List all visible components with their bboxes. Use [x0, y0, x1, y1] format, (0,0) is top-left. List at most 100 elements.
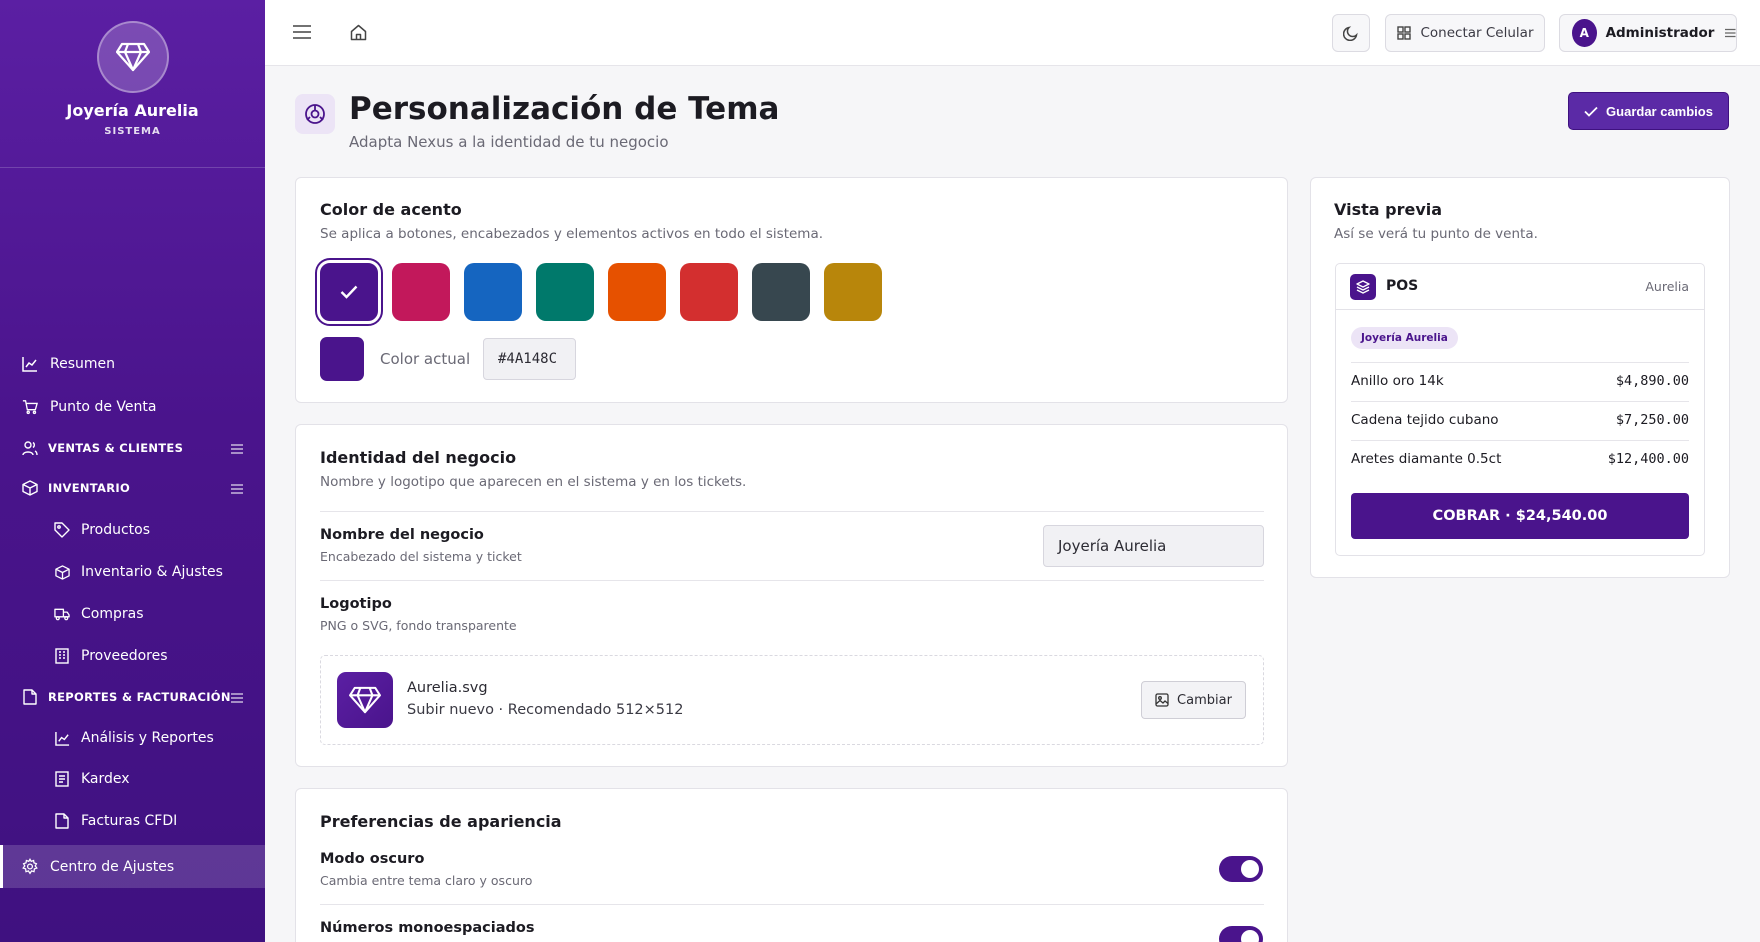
- sidebar-item-kardex[interactable]: Kardex: [0, 759, 265, 799]
- user-menu-button[interactable]: A Administrador: [1559, 14, 1737, 52]
- sidebar-item-resumen[interactable]: Resumen: [0, 344, 265, 384]
- logo-upload-box: [320, 655, 1264, 745]
- current-color-hex-value: #4A148C: [498, 351, 558, 367]
- color-swatch-purple[interactable]: [317, 260, 381, 324]
- color-swatch-teal[interactable]: [536, 263, 594, 321]
- sidebar-section-ventas-clientes[interactable]: VENTAS & CLIENTES: [0, 428, 265, 468]
- sidebar: Joyería Aurelia SISTEMA Resumen Punto de…: [0, 0, 265, 942]
- building-icon: [54, 648, 70, 664]
- menu-icon: [1725, 28, 1736, 38]
- sidebar-item-label: Análisis y Reportes: [81, 730, 214, 746]
- sidebar-item-compras[interactable]: Compras: [0, 594, 265, 634]
- sidebar-item-label: Compras: [81, 606, 144, 622]
- business-name-value: Joyería Aurelia: [1058, 537, 1167, 555]
- menu-icon[interactable]: [231, 439, 243, 458]
- line-item-name: Anillo oro 14k: [1351, 373, 1444, 389]
- color-swatch-gold[interactable]: [824, 263, 882, 321]
- truck-icon: [54, 606, 70, 622]
- change-logo-button[interactable]: Cambiar: [1141, 681, 1246, 719]
- sidebar-section-label: VENTAS & CLIENTES: [48, 441, 184, 455]
- monospace-numbers-label: Números monoespaciados: [320, 920, 535, 936]
- dark-mode-toggle[interactable]: [1219, 856, 1263, 882]
- current-color-hex-field[interactable]: #4A148C: [483, 338, 576, 380]
- business-name-input[interactable]: Joyería Aurelia: [1043, 525, 1264, 567]
- hamburger-icon: [293, 25, 311, 39]
- color-swatch-blue[interactable]: [464, 263, 522, 321]
- logo-label: Logotipo: [320, 596, 392, 612]
- sidebar-section-label: INVENTARIO: [48, 481, 131, 495]
- moon-icon: [1343, 26, 1358, 41]
- divider: [1351, 362, 1689, 363]
- line-item-price: $4,890.00: [1615, 373, 1689, 389]
- sidebar-item-label: Productos: [81, 522, 151, 538]
- current-color-preview[interactable]: [320, 337, 364, 381]
- sidebar-item-inventario-ajustes[interactable]: Inventario & Ajustes: [0, 552, 265, 592]
- current-color-label: Color actual: [380, 350, 471, 368]
- line-item-price: $12,400.00: [1607, 451, 1689, 467]
- dark-mode-hint: Cambia entre tema claro y oscuro: [320, 873, 533, 888]
- check-icon: [340, 285, 358, 299]
- brand-logo[interactable]: [96, 21, 169, 93]
- gear-icon: [22, 858, 38, 875]
- check-icon: [1584, 106, 1598, 117]
- user-name: Administrador: [1605, 25, 1715, 41]
- sidebar-item-label: Centro de Ajustes: [50, 858, 175, 875]
- tag-icon: [54, 522, 70, 538]
- sidebar-section-inventario[interactable]: INVENTARIO: [0, 468, 265, 508]
- palette-icon: [295, 94, 335, 134]
- chart-line-icon: [54, 730, 70, 746]
- monospace-numbers-toggle[interactable]: [1219, 926, 1263, 942]
- divider: [1351, 440, 1689, 441]
- sidebar-item-label: Facturas CFDI: [81, 813, 178, 829]
- topbar: Conectar Celular A Administrador: [265, 0, 1760, 66]
- preview-line-item: Aretes diamante 0.5ct $12,400.00: [1351, 451, 1689, 467]
- business-name-label: Nombre del negocio: [320, 527, 484, 543]
- sidebar-brand: Joyería Aurelia SISTEMA: [0, 0, 265, 168]
- users-icon: [22, 440, 38, 456]
- home-button[interactable]: [348, 22, 368, 42]
- save-changes-label: Guardar cambios: [1606, 103, 1713, 119]
- charge-button[interactable]: COBRAR · $24,540.00: [1351, 493, 1689, 539]
- chart-line-icon: [22, 356, 38, 372]
- sidebar-item-facturas-cfdi[interactable]: Facturas CFDI: [0, 801, 265, 841]
- preview-line-item: Cadena tejido cubano $7,250.00: [1351, 412, 1689, 428]
- sidebar-section-reportes[interactable]: REPORTES & FACTURACIÓN: [0, 677, 265, 717]
- logo-file-name: Aurelia.svg: [407, 680, 488, 696]
- color-swatch-slate[interactable]: [752, 263, 810, 321]
- line-item-price: $7,250.00: [1615, 412, 1689, 428]
- sidebar-section-label: REPORTES & FACTURACIÓN: [48, 690, 231, 704]
- save-changes-button[interactable]: Guardar cambios: [1568, 92, 1729, 130]
- box-icon: [54, 564, 70, 580]
- box-icon: [22, 480, 38, 496]
- home-icon: [350, 24, 366, 40]
- sidebar-item-proveedores[interactable]: Proveedores: [0, 636, 265, 676]
- qr-grid-icon: [1396, 26, 1411, 40]
- page-subtitle: Adapta Nexus a la identidad de tu negoci…: [349, 133, 669, 151]
- brand-name: Joyería Aurelia: [66, 101, 199, 120]
- color-swatch-orange[interactable]: [608, 263, 666, 321]
- cart-icon: [22, 399, 38, 415]
- identity-card-desc: Nombre y logotipo que aparecen en el sis…: [320, 474, 747, 490]
- diamond-icon: [349, 686, 381, 714]
- sidebar-item-analisis-reportes[interactable]: Análisis y Reportes: [0, 718, 265, 758]
- logo-thumbnail: [337, 672, 393, 728]
- preview-card-title: Vista previa: [1334, 200, 1443, 219]
- hamburger-menu-button[interactable]: [292, 22, 312, 42]
- line-item-name: Cadena tejido cubano: [1351, 412, 1499, 428]
- pos-label: POS: [1386, 278, 1419, 294]
- menu-icon[interactable]: [231, 479, 243, 498]
- sidebar-item-productos[interactable]: Productos: [0, 510, 265, 550]
- accent-card-title: Color de acento: [320, 200, 462, 219]
- sidebar-item-punto-de-venta[interactable]: Punto de Venta: [0, 387, 265, 427]
- dark-mode-label: Modo oscuro: [320, 851, 425, 867]
- color-swatch-pink[interactable]: [392, 263, 450, 321]
- logo-upload-info: Subir nuevo · Recomendado 512×512: [407, 702, 684, 718]
- connect-phone-button[interactable]: Conectar Celular: [1385, 14, 1545, 52]
- menu-icon[interactable]: [231, 688, 243, 707]
- connect-phone-label: Conectar Celular: [1420, 25, 1534, 41]
- dark-mode-toggle-button[interactable]: [1332, 14, 1370, 52]
- color-swatch-red[interactable]: [680, 263, 738, 321]
- page-title: Personalización de Tema: [349, 91, 780, 127]
- logo-hint: PNG o SVG, fondo transparente: [320, 618, 517, 633]
- sidebar-item-centro-de-ajustes[interactable]: Centro de Ajustes: [0, 845, 265, 888]
